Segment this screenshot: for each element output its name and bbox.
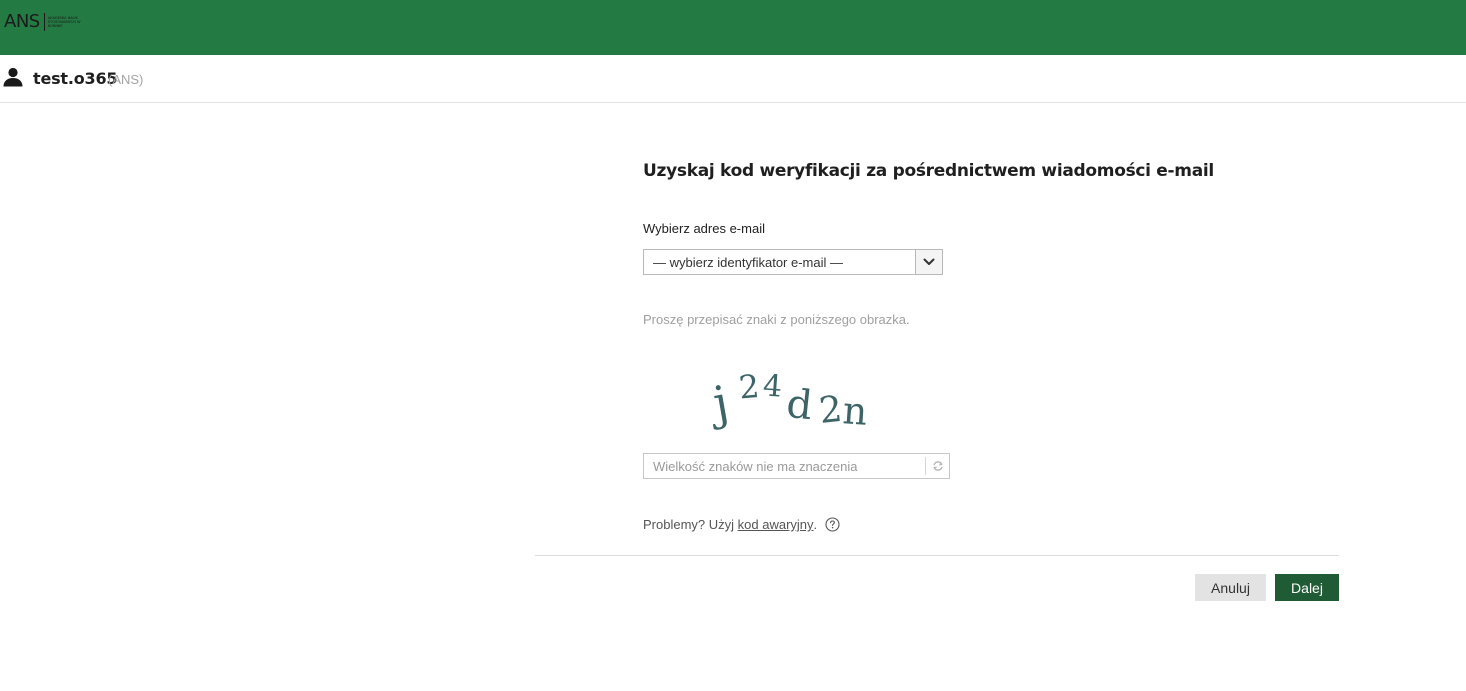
chevron-down-icon[interactable] [915,250,942,274]
email-select-label: Wybierz adres e-mail [643,221,765,236]
captcha-image: j24d2n j 2 4 d 2 n [703,352,883,434]
problems-suffix: . [813,517,818,532]
cancel-button[interactable]: Anuluj [1195,574,1266,601]
user-name: test.o365 [33,69,118,88]
user-icon [2,66,24,88]
top-header: ANS AKADEMIA NAUK STOSOWANYCH W KONINIE [0,0,1466,55]
svg-text:2: 2 [737,367,761,407]
svg-text:j: j [704,375,732,432]
logo-subtext: AKADEMIA NAUK STOSOWANYCH W KONINIE [47,15,81,29]
user-bar: test.o365 (ANS) [0,55,1466,103]
user-org: (ANS) [108,72,144,87]
next-button[interactable]: Dalej [1275,574,1339,601]
logo: ANS AKADEMIA NAUK STOSOWANYCH W KONINIE [4,7,90,37]
logo-mark: ANS [4,11,40,32]
svg-text:d: d [784,381,814,429]
captcha-input-wrapper [643,453,950,479]
svg-text:4: 4 [762,368,783,404]
emergency-code-link[interactable]: kod awaryjny [738,517,814,532]
email-select[interactable]: — wybierz identyfikator e-mail — [643,249,943,275]
logo-divider [43,13,45,31]
problems-text: Problemy? Użyj [643,517,735,532]
email-select-value: — wybierz identyfikator e-mail — [653,255,843,270]
svg-text:n: n [841,388,868,432]
divider [535,555,1339,556]
captcha-instruction: Proszę przepisać znaki z poniższego obra… [643,312,910,327]
svg-text:2: 2 [817,389,844,432]
problems-line: Problemy? Użyj kod awaryjny. [643,517,840,532]
refresh-icon[interactable] [925,457,949,475]
help-icon[interactable] [825,517,840,532]
page-title: Uzyskaj kod weryfikacji za pośrednictwem… [643,161,1214,181]
captcha-input[interactable] [644,454,924,478]
